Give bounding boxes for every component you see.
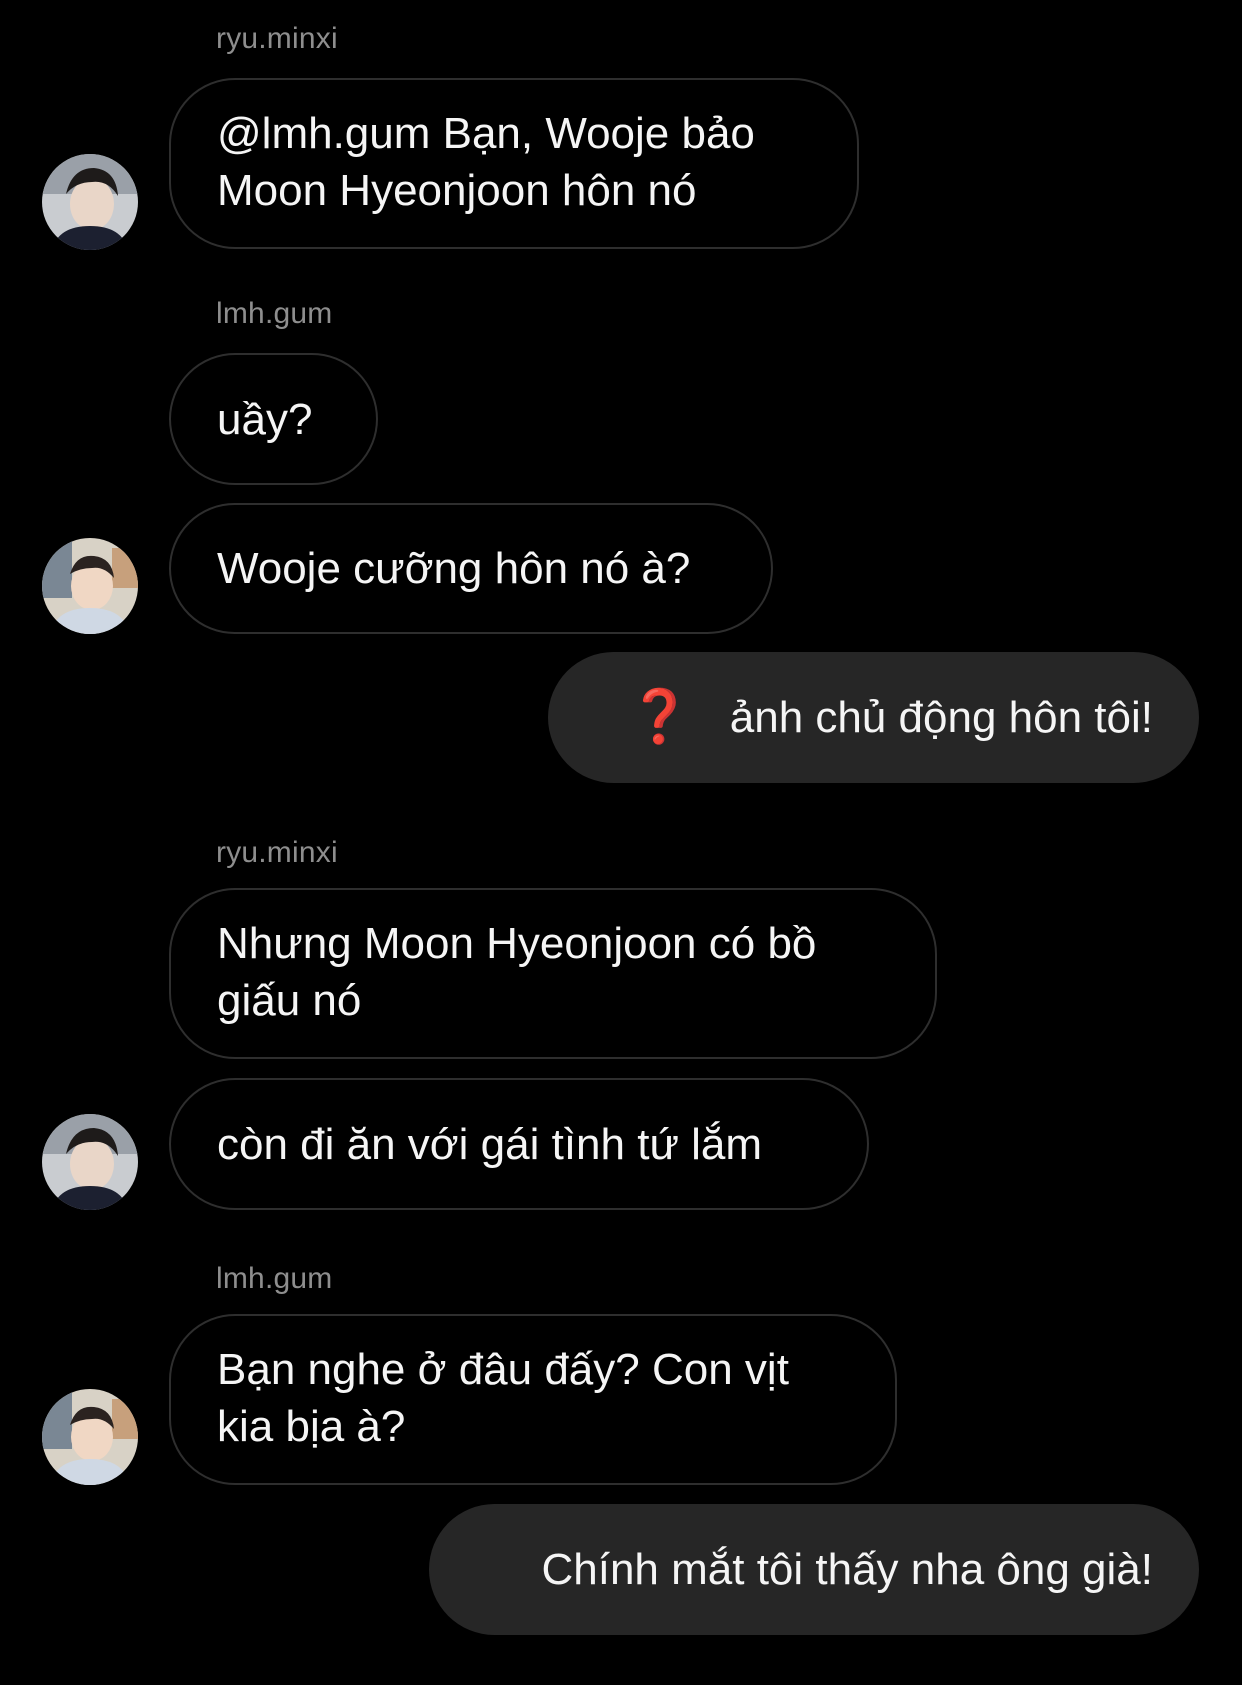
message-text: Nhưng Moon Hyeonjoon có bồ giấu nó (217, 919, 817, 1025)
message-bubble-outgoing[interactable]: Chính mắt tôi thấy nha ông già! (429, 1504, 1199, 1635)
message-text: Chính mắt tôi thấy nha ông già! (541, 1545, 1153, 1594)
message-text: Bạn nghe ở đâu đấy? Con vịt kia bịa à? (217, 1345, 789, 1451)
message-text: @lmh.gum Bạn, Wooje bảo Moon Hyeonjoon h… (217, 109, 755, 215)
message-bubble-incoming[interactable]: uầy? (169, 353, 378, 485)
message-bubble-incoming[interactable]: Bạn nghe ở đâu đấy? Con vịt kia bịa à? (169, 1314, 897, 1485)
message-bubble-incoming[interactable]: Wooje cưỡng hôn nó à? (169, 503, 773, 634)
sender-name-lmh-gum: lmh.gum (216, 297, 333, 330)
avatar-ryu-minxi[interactable] (42, 1114, 138, 1210)
message-text: uầy? (217, 394, 313, 444)
sender-name-ryu-minxi: ryu.minxi (216, 22, 338, 55)
avatar-lmh-gum[interactable] (42, 1389, 138, 1485)
message-text: còn đi ăn với gái tình tứ lắm (217, 1119, 763, 1169)
message-bubble-incoming[interactable]: @lmh.gum Bạn, Wooje bảo Moon Hyeonjoon h… (169, 78, 859, 249)
message-bubble-incoming[interactable]: Nhưng Moon Hyeonjoon có bồ giấu nó (169, 888, 937, 1059)
sender-name-lmh-gum: lmh.gum (216, 1262, 333, 1295)
red-question-mark-icon: ❓ (627, 687, 692, 747)
avatar-lmh-gum[interactable] (42, 538, 138, 634)
message-text: ảnh chủ động hôn tôi! (729, 693, 1153, 742)
message-bubble-outgoing[interactable]: ❓ ảnh chủ động hôn tôi! (548, 652, 1199, 783)
avatar-ryu-minxi[interactable] (42, 154, 138, 250)
message-text: Wooje cưỡng hôn nó à? (217, 544, 691, 593)
message-bubble-incoming[interactable]: còn đi ăn với gái tình tứ lắm (169, 1078, 869, 1210)
sender-name-ryu-minxi: ryu.minxi (216, 836, 338, 869)
